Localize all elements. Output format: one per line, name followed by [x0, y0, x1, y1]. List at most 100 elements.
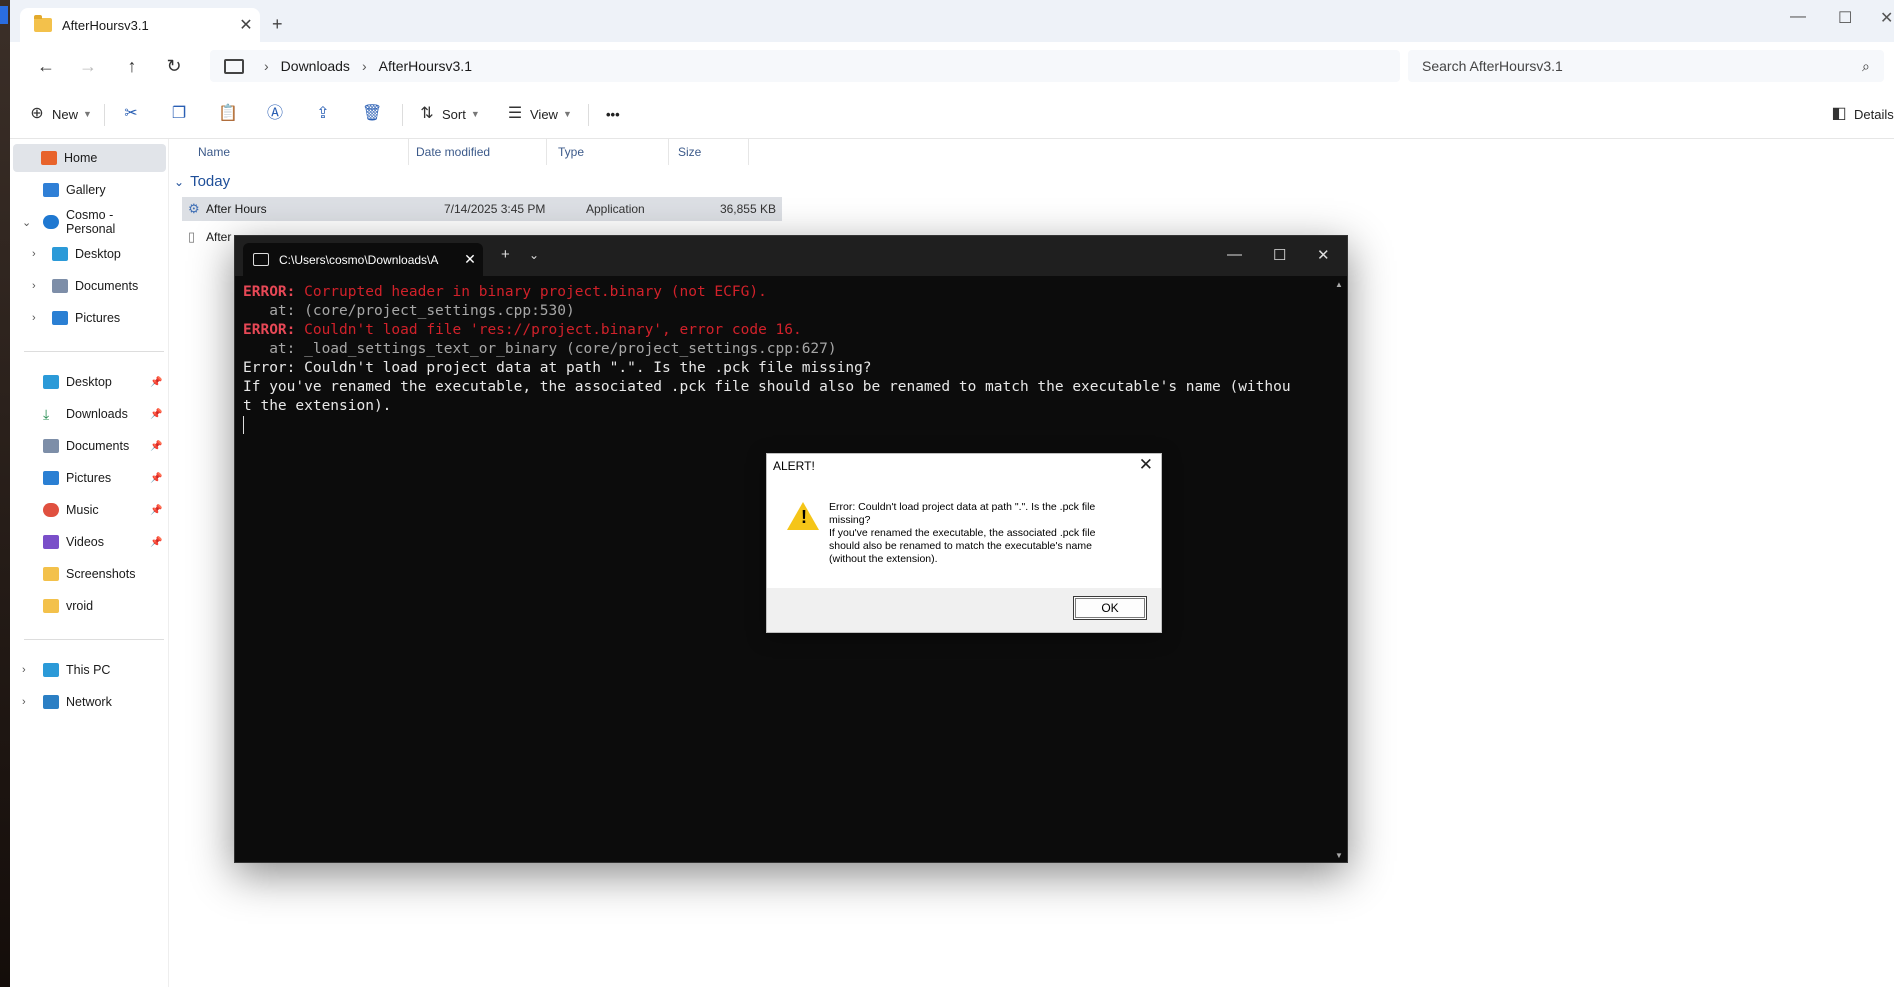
- pin-icon[interactable]: 📌: [150, 505, 162, 516]
- chevron-right-icon[interactable]: ›: [32, 248, 36, 260]
- chevron-right-icon[interactable]: ›: [22, 664, 26, 676]
- sidebar-item-documents[interactable]: › Documents: [10, 272, 166, 300]
- sort-label: Sort: [442, 106, 466, 122]
- address-bar[interactable]: › Downloads › AfterHoursv3.1: [210, 50, 1400, 82]
- home-icon: [41, 151, 57, 165]
- sidebar-item-label: Pictures: [75, 311, 121, 325]
- group-header-today[interactable]: ⌄ Today: [174, 173, 230, 190]
- column-header-date[interactable]: Date modified: [408, 139, 547, 165]
- close-tab-icon[interactable]: ✕: [232, 15, 260, 35]
- breadcrumb-chevron-icon[interactable]: ›: [264, 58, 269, 74]
- sidebar-item-desktop[interactable]: › Desktop: [10, 240, 166, 268]
- sidebar-item-network[interactable]: › Network: [10, 688, 166, 716]
- chevron-down-icon[interactable]: ⌄: [22, 216, 31, 229]
- terminal-close-button[interactable]: ✕: [1317, 246, 1330, 264]
- explorer-tab[interactable]: AfterHoursv3.1 ✕: [20, 8, 260, 42]
- toolbar-divider: [104, 104, 105, 126]
- more-options-button[interactable]: •••: [606, 100, 620, 128]
- maximize-button[interactable]: ☐: [1838, 8, 1852, 28]
- file-name: After: [206, 230, 232, 244]
- sidebar-item-label: Music: [66, 503, 99, 517]
- quick-access-videos[interactable]: Videos 📌: [10, 528, 166, 556]
- breadcrumb-downloads[interactable]: Downloads: [281, 58, 350, 74]
- details-label: Details: [1854, 106, 1894, 122]
- cut-button[interactable]: ✂: [122, 100, 146, 128]
- pin-icon[interactable]: 📌: [150, 473, 162, 484]
- share-icon: ⇪: [316, 105, 330, 122]
- share-button[interactable]: ⇪: [314, 100, 338, 128]
- navigation-bar: ← → ↑ ↻ › Downloads › AfterHoursv3.1 Sea…: [10, 42, 1894, 90]
- terminal-minimize-button[interactable]: —: [1227, 246, 1242, 263]
- sidebar-item-pictures[interactable]: › Pictures: [10, 304, 166, 332]
- up-icon[interactable]: ↑: [118, 52, 146, 80]
- pin-icon[interactable]: 📌: [150, 377, 162, 388]
- column-header-size[interactable]: Size: [670, 139, 749, 165]
- forward-icon[interactable]: →: [74, 52, 102, 80]
- column-header-label: Size: [678, 145, 702, 159]
- search-icon: ⌕: [1862, 57, 1870, 74]
- quick-access-documents[interactable]: Documents 📌: [10, 432, 166, 460]
- sidebar-item-home[interactable]: Home: [13, 144, 166, 172]
- new-button[interactable]: ⊕ New ▼: [28, 100, 92, 128]
- ok-button[interactable]: OK: [1073, 596, 1147, 620]
- quick-access-downloads[interactable]: ⤓ Downloads 📌: [10, 400, 166, 428]
- desktop-icon: [52, 247, 68, 261]
- sort-button[interactable]: ⇅ Sort ▼: [418, 100, 479, 128]
- column-header-label: Date modified: [416, 145, 491, 159]
- file-date: 7/14/2025 3:45 PM: [444, 202, 546, 216]
- dropdown-chevron-icon[interactable]: ⌄: [529, 248, 539, 262]
- breadcrumb-chevron-icon[interactable]: ›: [362, 58, 367, 74]
- sidebar-item-gallery[interactable]: Gallery: [10, 176, 166, 204]
- quick-access-music[interactable]: Music 📌: [10, 496, 166, 524]
- search-box[interactable]: Search AfterHoursv3.1 ⌕: [1408, 50, 1884, 82]
- sidebar-item-onedrive[interactable]: ⌄ Cosmo - Personal: [10, 208, 166, 236]
- sidebar-item-label: Network: [66, 695, 112, 709]
- terminal-title-bar: C:\Users\cosmo\Downloads\A ✕ + ⌄ — ☐ ✕: [235, 236, 1347, 276]
- new-label: New: [52, 106, 79, 122]
- scroll-up-icon[interactable]: ▲: [1335, 280, 1343, 289]
- refresh-icon[interactable]: ↻: [160, 52, 188, 80]
- quick-access-vroid[interactable]: vroid: [10, 592, 166, 620]
- close-tab-icon[interactable]: ✕: [457, 251, 483, 268]
- details-button[interactable]: ◧ Details: [1830, 100, 1894, 128]
- new-tab-button[interactable]: +: [272, 14, 283, 35]
- error-label: ERROR:: [243, 284, 296, 300]
- rename-button[interactable]: Ⓐ: [266, 100, 290, 128]
- close-icon[interactable]: ✕: [1139, 455, 1153, 475]
- file-row[interactable]: ⚙ After Hours 7/14/2025 3:45 PM Applicat…: [182, 197, 782, 221]
- pin-icon[interactable]: 📌: [150, 537, 162, 548]
- minimize-button[interactable]: —: [1790, 8, 1806, 26]
- delete-button[interactable]: 🗑: [362, 100, 386, 128]
- back-icon[interactable]: ←: [32, 52, 60, 80]
- pictures-icon: [52, 311, 68, 325]
- terminal-maximize-button[interactable]: ☐: [1273, 246, 1286, 264]
- chevron-right-icon[interactable]: ›: [22, 696, 26, 708]
- error-message: Couldn't load file 'res://project.binary…: [295, 322, 802, 338]
- view-button[interactable]: ☰ View ▼: [506, 100, 572, 128]
- quick-access-desktop[interactable]: Desktop 📌: [10, 368, 166, 396]
- terminal-output[interactable]: ERROR: Corrupted header in binary projec…: [243, 283, 1327, 435]
- videos-icon: [43, 535, 59, 549]
- column-header-type[interactable]: Type: [550, 139, 669, 165]
- terminal-tab[interactable]: C:\Users\cosmo\Downloads\A ✕: [243, 243, 483, 276]
- window-close-button[interactable]: ✕: [1880, 8, 1893, 28]
- breadcrumb-current-folder[interactable]: AfterHoursv3.1: [379, 58, 472, 74]
- pin-icon[interactable]: 📌: [150, 441, 162, 452]
- sidebar-item-this-pc[interactable]: › This PC: [10, 656, 166, 684]
- new-tab-button[interactable]: +: [501, 246, 510, 263]
- terminal-scrollbar[interactable]: ▲ ▼: [1335, 280, 1345, 860]
- chevron-right-icon[interactable]: ›: [32, 312, 36, 324]
- column-header-name[interactable]: Name: [198, 139, 409, 165]
- chevron-right-icon[interactable]: ›: [32, 280, 36, 292]
- details-pane-icon: ◧: [1831, 105, 1847, 122]
- pin-icon[interactable]: 📌: [150, 409, 162, 420]
- quick-access-screenshots[interactable]: Screenshots: [10, 560, 166, 588]
- sidebar-item-label: vroid: [66, 599, 94, 613]
- search-input[interactable]: Search AfterHoursv3.1: [1422, 58, 1862, 74]
- plus-circle-icon: ⊕: [30, 105, 44, 122]
- copy-button[interactable]: ❐: [170, 100, 194, 128]
- scroll-down-icon[interactable]: ▼: [1335, 851, 1343, 860]
- paste-button[interactable]: 📋: [218, 100, 242, 128]
- quick-access-pictures[interactable]: Pictures 📌: [10, 464, 166, 492]
- sidebar-item-label: Documents: [66, 439, 130, 453]
